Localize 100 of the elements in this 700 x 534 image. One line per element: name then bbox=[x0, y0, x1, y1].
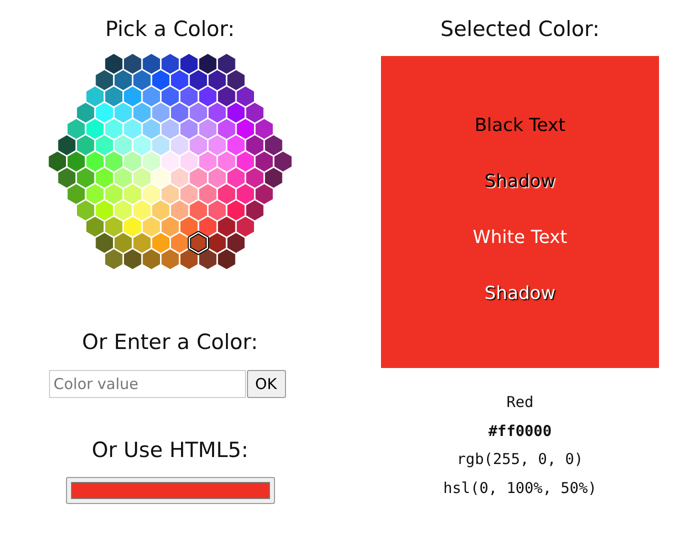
color-hex[interactable] bbox=[236, 119, 254, 139]
color-hex[interactable] bbox=[114, 168, 132, 188]
color-hex[interactable] bbox=[170, 102, 188, 123]
color-input[interactable] bbox=[66, 477, 274, 504]
color-hex[interactable] bbox=[170, 200, 188, 220]
color-value-field[interactable]: Color value bbox=[48, 370, 246, 398]
color-hex[interactable] bbox=[48, 152, 66, 172]
color-hex[interactable] bbox=[218, 54, 235, 74]
color-hex[interactable] bbox=[236, 152, 254, 172]
color-hex[interactable] bbox=[227, 200, 244, 220]
color-hex[interactable] bbox=[124, 119, 142, 139]
color-hex[interactable] bbox=[142, 184, 160, 204]
color-hex[interactable] bbox=[227, 232, 244, 253]
color-hex[interactable] bbox=[133, 232, 150, 253]
color-hex[interactable] bbox=[161, 184, 179, 204]
color-hex[interactable] bbox=[198, 184, 216, 204]
color-hex[interactable] bbox=[170, 135, 188, 156]
color-hex[interactable] bbox=[170, 168, 188, 188]
color-hex[interactable] bbox=[218, 249, 235, 270]
color-hex[interactable] bbox=[161, 152, 179, 172]
color-hex[interactable] bbox=[96, 168, 113, 188]
color-hex[interactable] bbox=[180, 86, 198, 106]
color-hex[interactable] bbox=[208, 70, 226, 90]
color-hex[interactable] bbox=[227, 70, 244, 90]
color-hex[interactable] bbox=[104, 86, 122, 106]
color-hex[interactable] bbox=[198, 249, 216, 270]
color-hex[interactable] bbox=[236, 86, 254, 106]
color-hex[interactable] bbox=[124, 54, 142, 74]
color-hex[interactable] bbox=[86, 216, 104, 237]
color-hex[interactable] bbox=[274, 152, 292, 172]
color-hex[interactable] bbox=[133, 168, 150, 188]
color-hex[interactable] bbox=[114, 200, 132, 220]
color-hex[interactable] bbox=[96, 102, 113, 123]
color-hex[interactable] bbox=[142, 216, 160, 237]
color-hex[interactable] bbox=[124, 184, 142, 204]
color-hex[interactable] bbox=[96, 70, 113, 90]
color-hex[interactable] bbox=[114, 70, 132, 90]
color-hex[interactable] bbox=[180, 249, 198, 270]
color-hex[interactable] bbox=[218, 216, 235, 237]
color-hex[interactable] bbox=[152, 70, 170, 90]
color-hex[interactable] bbox=[96, 200, 113, 220]
color-hex[interactable] bbox=[152, 102, 170, 123]
color-hex[interactable] bbox=[246, 102, 264, 123]
color-hex[interactable] bbox=[190, 102, 207, 123]
color-hex[interactable] bbox=[236, 184, 254, 204]
color-hex[interactable] bbox=[142, 86, 160, 106]
color-hex[interactable] bbox=[58, 168, 76, 188]
color-hex[interactable] bbox=[255, 152, 273, 172]
color-hex[interactable] bbox=[190, 168, 207, 188]
color-hex[interactable] bbox=[180, 184, 198, 204]
color-hex[interactable] bbox=[124, 86, 142, 106]
color-hex[interactable] bbox=[142, 54, 160, 74]
color-hex[interactable] bbox=[96, 135, 113, 156]
color-hex[interactable] bbox=[198, 54, 216, 74]
color-hex[interactable] bbox=[161, 119, 179, 139]
color-hex[interactable] bbox=[104, 184, 122, 204]
color-hex[interactable] bbox=[114, 102, 132, 123]
color-hex[interactable] bbox=[198, 216, 216, 237]
color-hex[interactable] bbox=[86, 119, 104, 139]
color-hex[interactable] bbox=[255, 184, 273, 204]
color-hex[interactable] bbox=[218, 184, 235, 204]
color-hex[interactable] bbox=[67, 152, 85, 172]
color-hex[interactable] bbox=[67, 119, 85, 139]
color-hex[interactable] bbox=[180, 152, 198, 172]
color-hex[interactable] bbox=[76, 168, 94, 188]
color-hex[interactable] bbox=[218, 152, 235, 172]
color-hex[interactable] bbox=[180, 54, 198, 74]
color-hex[interactable] bbox=[152, 135, 170, 156]
color-hex[interactable] bbox=[104, 216, 122, 237]
color-hex[interactable] bbox=[114, 232, 132, 253]
color-hex[interactable] bbox=[152, 168, 170, 188]
color-hex[interactable] bbox=[104, 152, 122, 172]
color-hex[interactable] bbox=[208, 200, 226, 220]
color-hex[interactable] bbox=[236, 216, 254, 237]
color-hex[interactable] bbox=[246, 200, 264, 220]
color-hex[interactable] bbox=[180, 216, 198, 237]
color-hex[interactable] bbox=[170, 232, 188, 253]
color-hex[interactable] bbox=[133, 200, 150, 220]
color-hex[interactable] bbox=[170, 70, 188, 90]
color-hex[interactable] bbox=[246, 135, 264, 156]
color-hex[interactable] bbox=[114, 135, 132, 156]
color-hex[interactable] bbox=[227, 135, 244, 156]
color-hex[interactable] bbox=[104, 249, 122, 270]
color-hex[interactable] bbox=[58, 135, 76, 156]
color-hex[interactable] bbox=[227, 102, 244, 123]
color-hex[interactable] bbox=[86, 184, 104, 204]
color-hex[interactable] bbox=[218, 86, 235, 106]
color-hex[interactable] bbox=[264, 135, 282, 156]
selected-color-hex[interactable] bbox=[188, 230, 209, 256]
color-hex[interactable] bbox=[133, 135, 150, 156]
color-hex[interactable] bbox=[208, 135, 226, 156]
color-hex[interactable] bbox=[86, 152, 104, 172]
color-hex[interactable] bbox=[142, 152, 160, 172]
color-hex[interactable] bbox=[255, 119, 273, 139]
color-hex[interactable] bbox=[161, 216, 179, 237]
color-hex[interactable] bbox=[76, 102, 94, 123]
color-hex[interactable] bbox=[190, 135, 207, 156]
color-hex[interactable] bbox=[198, 86, 216, 106]
color-hex[interactable] bbox=[76, 135, 94, 156]
color-hex[interactable] bbox=[96, 232, 113, 253]
